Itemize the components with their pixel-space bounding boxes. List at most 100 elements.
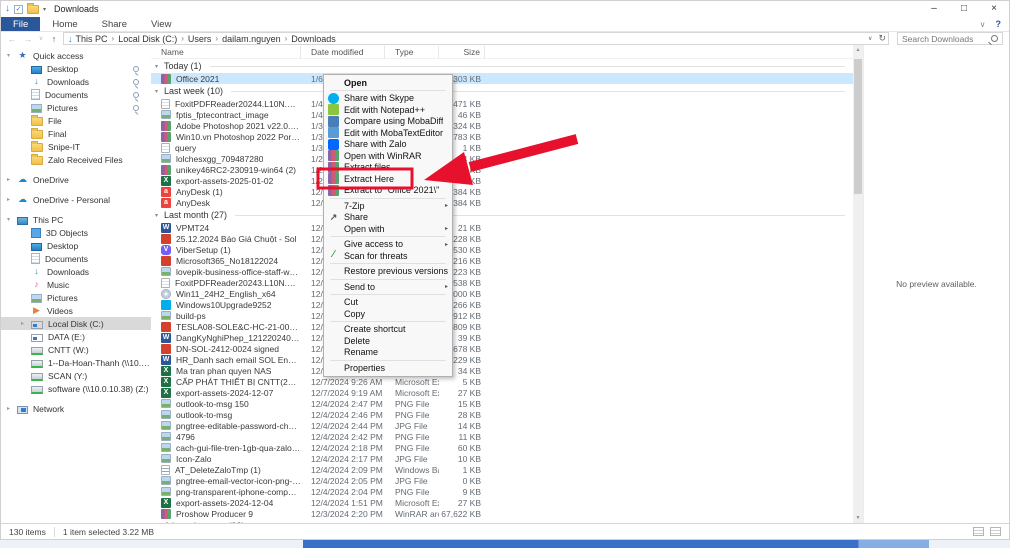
sidebar-item-quick-access[interactable]: ▾★Quick access [1, 49, 151, 62]
file-row-icon-zalo[interactable]: Icon-Zalo12/4/2024 2:17 PMJPG File10 KB [151, 453, 853, 464]
menu-item-7-zip[interactable]: 7-Zip▸ [324, 200, 452, 212]
help-icon[interactable]: ? [996, 19, 1002, 29]
file-row-microsoft365-no18122024[interactable]: Microsoft365_No1812202412/18/2024PDF Fil… [151, 255, 853, 266]
column-header-date-modified[interactable]: Date modified [301, 46, 385, 58]
column-header-size[interactable]: Size [439, 46, 485, 58]
group-chevron-icon[interactable]: ▾ [155, 212, 164, 219]
menu-item-extract-to-office-2021[interactable]: Extract to "Office 2021\" [324, 185, 452, 197]
tree-chevron-icon[interactable]: ▾ [7, 52, 17, 59]
menu-item-give-access-to[interactable]: Give access to▸ [324, 239, 452, 251]
breadcrumb-segment-this-pc[interactable]: This PC [76, 34, 108, 44]
file-row-export-assets-2024-12-04[interactable]: Xexport-assets-2024-12-0412/4/2024 1:51 … [151, 497, 853, 508]
menu-item-extract-files[interactable]: Extract files... [324, 162, 452, 174]
sidebar-item-final[interactable]: Final [1, 127, 151, 140]
file-row-vibersetup-1[interactable]: VViberSetup (1)12/24/2024Application2,53… [151, 244, 853, 255]
file-row-ma-tran-phan-quyen-nas[interactable]: XMa tran phan quyen NAS12/7/2024 9:43 AM… [151, 365, 853, 376]
file-row-at-deletezalotmp-1[interactable]: AT_DeleteZaloTmp (1)12/4/2024 2:09 PMWin… [151, 464, 853, 475]
file-row-win11-24h2-english-x64[interactable]: Win11_24H2_English_x6412/14/2024Disc Ima… [151, 288, 853, 299]
scroll-up-icon[interactable]: ▲ [853, 45, 863, 55]
sidebar-item-onedrive[interactable]: ▸☁OneDrive [1, 173, 151, 186]
expand-ribbon-icon[interactable]: ∨ [980, 20, 986, 29]
menu-item-send-to[interactable]: Send to▸ [324, 281, 452, 293]
file-row-png-transparent-iphone-computer-icon[interactable]: png-transparent-iphone-computer-icon...1… [151, 486, 853, 497]
sidebar-item-documents[interactable]: Documents [1, 88, 151, 101]
file-row-win10-vn-photoshop-2022-portable[interactable]: Win10.vn Photoshop 2022 Portable1/3/2025… [151, 131, 853, 142]
file-row-query[interactable]: query1/3/2025File1 KB [151, 142, 853, 153]
file-row-pngtree-editable-password-change-icon[interactable]: pngtree-editable-password-change-icon...… [151, 420, 853, 431]
sidebar-item-videos[interactable]: ▶Videos [1, 304, 151, 317]
new-folder-qat-icon[interactable] [27, 5, 39, 14]
file-row-outlook-to-msg[interactable]: outlook-to-msg12/4/2024 2:46 PMPNG File2… [151, 409, 853, 420]
file-row-c-p-ph-t-thi-t-b-cntt-2024[interactable]: XCẤP PHÁT THIẾT BỊ CNTT(2024)12/7/2024 9… [151, 376, 853, 387]
column-header-type[interactable]: Type [385, 46, 439, 58]
sidebar-item-pictures[interactable]: Pictures [1, 101, 151, 114]
tree-chevron-icon[interactable]: ▸ [7, 176, 17, 183]
file-row-anydesk[interactable]: aAnyDesk12/30/2024Application5,384 KB [151, 197, 853, 208]
menu-item-edit-with-notepad[interactable]: Edit with Notepad++ [324, 104, 452, 116]
menu-item-delete[interactable]: Delete [324, 335, 452, 347]
tab-view[interactable]: View [139, 17, 183, 31]
sidebar-item-zalo-received-files[interactable]: Zalo Received Files [1, 153, 151, 166]
file-row-pngtree-email-vector-icon-png-image-1[interactable]: pngtree-email-vector-icon-png-image_1...… [151, 475, 853, 486]
file-row-windows10upgrade9252[interactable]: Windows10Upgrade925212/14/2024Applicatio… [151, 299, 853, 310]
file-row-export-assets-2025-01-02[interactable]: Xexport-assets-2025-01-021/2/2025Microso… [151, 175, 853, 186]
file-row-cach-gui-file-tren-1gb-qua-zalo-tren-die[interactable]: cach-gui-file-tren-1gb-qua-zalo-tren-die… [151, 442, 853, 453]
sidebar-item-data-e[interactable]: DATA (E:) [1, 330, 151, 343]
scrollbar-thumb[interactable] [854, 59, 862, 194]
sidebar-item-cntt-w[interactable]: CNTT (W:) [1, 343, 151, 356]
search-input[interactable] [902, 34, 991, 44]
tree-chevron-icon[interactable]: ▸ [7, 196, 17, 203]
file-row-dangkynghiphep-12122024000644[interactable]: WDangKyNghiPhep_1212202400064412/12/2024… [151, 332, 853, 343]
file-row-adobe-photoshop-2021-v22-0-0-35-x64-p[interactable]: Adobe Photoshop 2021 v22.0.0.35 x64 [p..… [151, 120, 853, 131]
breadcrumb-segment-dailam-nguyen[interactable]: dailam.nguyen [222, 34, 281, 44]
menu-item-properties[interactable]: Properties [324, 362, 452, 374]
menu-item-share[interactable]: ↗Share [324, 212, 452, 224]
menu-item-restore-previous-versions[interactable]: Restore previous versions [324, 266, 452, 278]
minimize-button[interactable]: – [919, 1, 949, 17]
address-box[interactable]: ↓ This PC›Local Disk (C:)›Users›dailam.n… [63, 32, 889, 45]
file-row-foxitpdfreader20244-l10n-setup-pkg[interactable]: FoxitPDFReader20244.L10N.Setup.pkg1/4/20… [151, 98, 853, 109]
tree-chevron-icon[interactable]: ▸ [21, 320, 31, 327]
sidebar-item-3d-objects[interactable]: 3D Objects [1, 226, 151, 239]
details-view-icon[interactable] [973, 527, 984, 536]
file-row-outlook-to-msg-150[interactable]: outlook-to-msg 15012/4/2024 2:47 PMPNG F… [151, 398, 853, 409]
properties-qat-icon[interactable]: ✓ [14, 5, 23, 14]
thumbnail-view-icon[interactable] [990, 527, 1001, 536]
menu-item-rename[interactable]: Rename [324, 347, 452, 359]
tree-chevron-icon[interactable]: ▾ [7, 216, 17, 223]
group-header-last-week-10[interactable]: ▾Last week (10) [151, 84, 853, 98]
group-chevron-icon[interactable]: ▾ [155, 63, 164, 70]
tree-chevron-icon[interactable]: ▸ [7, 405, 17, 412]
menu-item-share-with-zalo[interactable]: Share with Zalo [324, 139, 452, 151]
back-icon[interactable]: ← [5, 34, 19, 44]
file-row-lovepik-business-office-staff-who-are-in[interactable]: lovepik-business-office-staff-who-are-in… [151, 266, 853, 277]
menu-item-open-with-winrar[interactable]: Open with WinRAR [324, 150, 452, 162]
sidebar-item-pictures[interactable]: Pictures [1, 291, 151, 304]
file-row-office-2021[interactable]: Office 20211/6/2025WinRAR archive3,303 K… [151, 73, 853, 84]
sidebar-item-music[interactable]: ♪Music [1, 278, 151, 291]
file-row-foxitpdfreader20243-l10n-setup-pkg[interactable]: FoxitPDFReader20243.L10N.Setup.pkg12/16/… [151, 277, 853, 288]
file-row-25-12-2024-b-o-gi-chu-t-sol[interactable]: 25.12.2024 Báo Giá Chuột - Sol12/26/2024… [151, 233, 853, 244]
file-row-anydesk-1[interactable]: aAnyDesk (1)12/30/2024Application5,384 K… [151, 186, 853, 197]
menu-item-cut[interactable]: Cut [324, 297, 452, 309]
menu-item-extract-here[interactable]: Extract Here [324, 173, 452, 185]
customize-qat-icon[interactable]: ▾ [43, 6, 46, 13]
tab-file[interactable]: File [1, 17, 40, 31]
sidebar-item-1-da-hoan-thanh-10-0-35-2-x[interactable]: 1--Da-Hoan-Thanh (\\10.0.35.2) (X:) [1, 356, 151, 369]
close-button[interactable]: × [979, 1, 1009, 17]
sidebar-item-downloads[interactable]: ↓Downloads [1, 265, 151, 278]
sidebar-item-file[interactable]: File [1, 114, 151, 127]
file-row-4796[interactable]: 479612/4/2024 2:42 PMPNG File11 KB [151, 431, 853, 442]
refresh-icon[interactable]: ↻ [878, 33, 886, 44]
sidebar-item-local-disk-c[interactable]: ▸Local Disk (C:) [1, 317, 151, 330]
sidebar-item-documents[interactable]: Documents [1, 252, 151, 265]
sidebar-item-snipe-it[interactable]: Snipe-IT [1, 140, 151, 153]
file-row-export-assets-2024-12-07[interactable]: Xexport-assets-2024-12-0712/7/2024 9:19 … [151, 387, 853, 398]
file-row-hr-danh-sach-email-sol-enc-17-10[interactable]: WHR_Danh sach email SOL EnC_17.1012/9/20… [151, 354, 853, 365]
scroll-down-icon[interactable]: ▼ [853, 513, 863, 523]
menu-item-open-with[interactable]: Open with▸ [324, 223, 452, 235]
sidebar-item-desktop[interactable]: Desktop [1, 239, 151, 252]
menu-item-share-with-skype[interactable]: Share with Skype [324, 93, 452, 105]
search-icon[interactable] [991, 35, 998, 42]
up-icon[interactable]: ↑ [47, 34, 61, 44]
